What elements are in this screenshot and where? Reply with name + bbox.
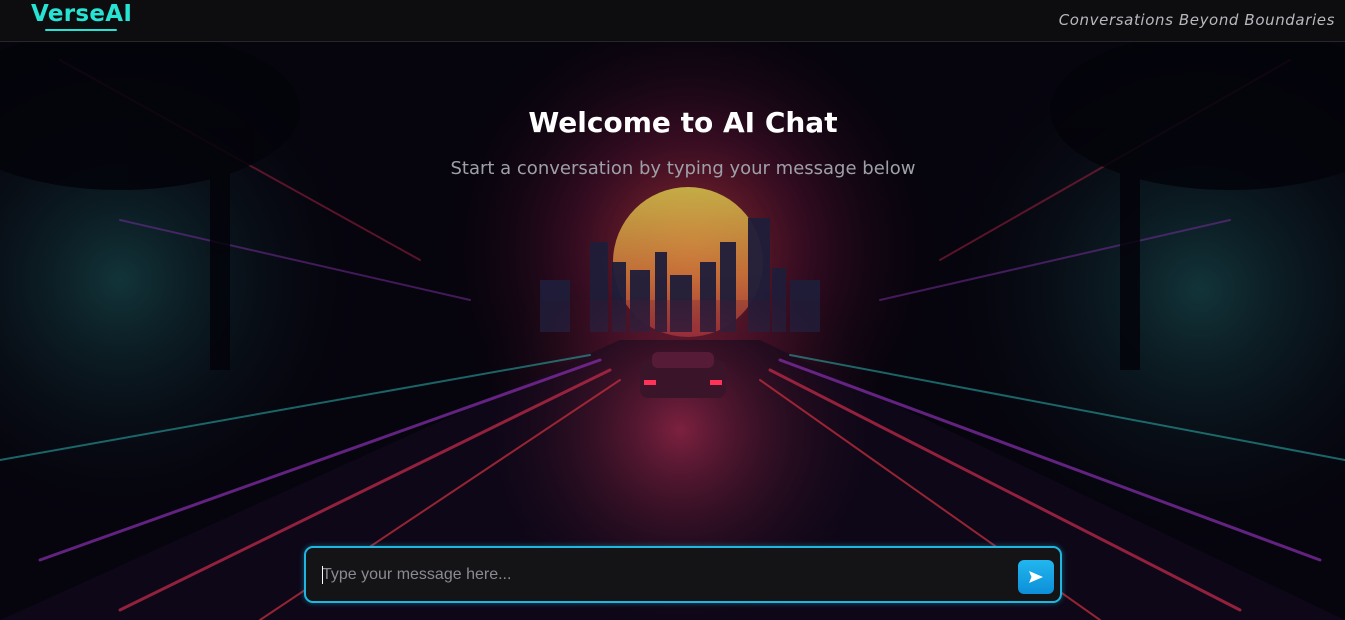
- chat-app: VerseAI Conversations Beyond Boundaries …: [0, 0, 1345, 620]
- text-caret: [322, 566, 323, 584]
- send-button[interactable]: [1018, 560, 1054, 594]
- background-image: [0, 0, 1345, 620]
- logo-underline: [45, 29, 117, 31]
- app-tagline: Conversations Beyond Boundaries: [1058, 11, 1335, 29]
- send-arrow-icon: [1029, 571, 1043, 583]
- top-bar: VerseAI Conversations Beyond Boundaries: [0, 0, 1345, 42]
- welcome-title: Welcome to AI Chat: [528, 106, 838, 139]
- message-input[interactable]: [320, 557, 1012, 592]
- welcome-subtitle: Start a conversation by typing your mess…: [450, 158, 916, 179]
- app-logo[interactable]: VerseAI: [31, 1, 132, 27]
- chat-input-bar: [304, 546, 1062, 603]
